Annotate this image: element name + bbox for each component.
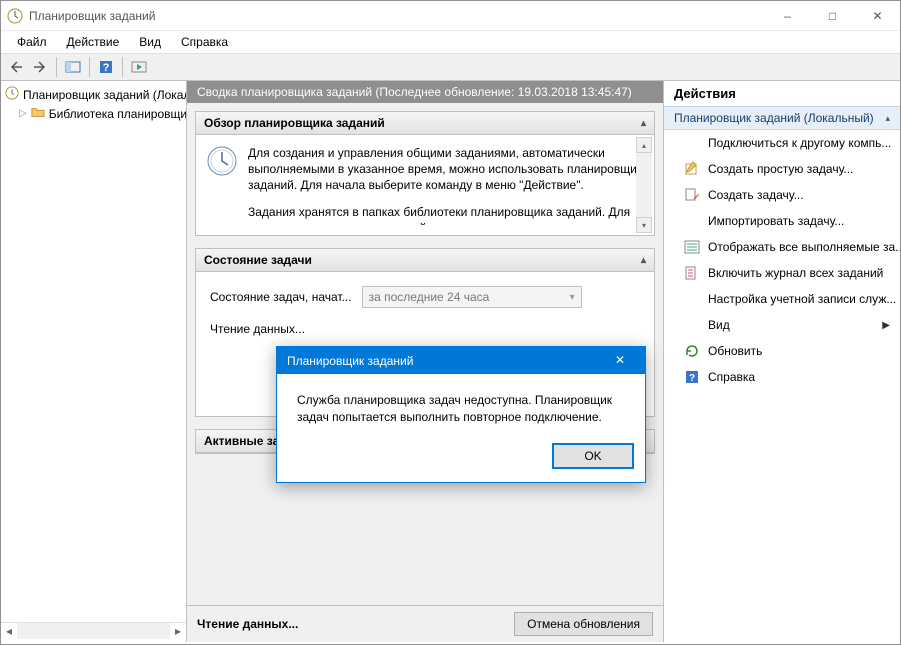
svg-text:?: ? — [689, 373, 695, 384]
overview-header[interactable]: Обзор планировщика заданий ▴ — [196, 112, 654, 135]
overview-section: Обзор планировщика заданий ▴ Для создани… — [195, 111, 655, 236]
footer-reading: Чтение данных... — [197, 617, 298, 631]
collapse-icon[interactable]: ▴ — [885, 113, 890, 124]
folder-icon — [31, 105, 45, 122]
state-title: Состояние задачи — [204, 253, 312, 267]
menu-action[interactable]: Действие — [59, 33, 128, 51]
menubar: Файл Действие Вид Справка — [1, 31, 900, 53]
tree-library[interactable]: ▷ Библиотека планировщика заданий — [1, 104, 186, 123]
state-period-combo[interactable]: за последние 24 часа ▾ — [362, 286, 582, 308]
scroll-right-icon[interactable]: ▸ — [170, 623, 186, 639]
chevron-down-icon: ▾ — [570, 292, 575, 303]
tree-hscroll[interactable]: ◂ ▸ — [1, 622, 186, 638]
maximize-button[interactable]: □ — [810, 1, 855, 30]
log-icon — [684, 265, 700, 281]
toolbar: ? — [1, 53, 900, 81]
toolbar-separator — [56, 57, 57, 77]
help-icon: ? — [684, 369, 700, 385]
actions-group-header[interactable]: Планировщик заданий (Локальный) ▴ — [664, 106, 900, 130]
reading-label: Чтение данных... — [210, 322, 305, 336]
tree-root[interactable]: Планировщик заданий (Локальный) — [1, 85, 186, 104]
tree-root-label: Планировщик заданий (Локальный) — [23, 88, 186, 102]
blank-icon — [684, 213, 700, 229]
dialog-titlebar[interactable]: Планировщик заданий ✕ — [277, 347, 645, 374]
overview-title: Обзор планировщика заданий — [204, 116, 385, 130]
app-icon — [7, 8, 23, 24]
action-refresh[interactable]: Обновить — [664, 338, 900, 364]
actions-group-label: Планировщик заданий (Локальный) — [674, 111, 874, 125]
collapse-icon[interactable]: ▴ — [641, 255, 646, 266]
state-header[interactable]: Состояние задачи ▴ — [196, 249, 654, 272]
dialog-title: Планировщик заданий — [287, 354, 413, 368]
new-task-icon — [684, 187, 700, 203]
wizard-icon — [684, 161, 700, 177]
overview-text-2: Задания хранятся в папках библиотеки пла… — [248, 204, 644, 225]
tree-library-label: Библиотека планировщика заданий — [49, 107, 186, 121]
blank-icon — [684, 135, 700, 151]
svg-text:?: ? — [103, 62, 110, 74]
scroll-down-icon[interactable]: ▾ — [636, 217, 652, 233]
expand-icon[interactable]: ▷ — [19, 108, 27, 119]
window-title: Планировщик заданий — [29, 9, 765, 23]
refresh-icon — [684, 343, 700, 359]
action-import[interactable]: Импортировать задачу... — [664, 208, 900, 234]
scroll-track[interactable] — [17, 623, 170, 639]
action-show-running[interactable]: Отображать все выполняемые за... — [664, 234, 900, 260]
state-label: Состояние задач, начат... — [210, 290, 352, 304]
dialog-close-button[interactable]: ✕ — [605, 353, 635, 368]
dialog-ok-button[interactable]: OK — [553, 444, 633, 468]
error-dialog: Планировщик заданий ✕ Служба планировщик… — [276, 346, 646, 483]
submenu-arrow-icon: ▶ — [882, 320, 890, 331]
blank-icon — [684, 291, 700, 307]
clock-icon — [206, 145, 238, 177]
action-account-config[interactable]: Настройка учетной записи служ... — [664, 286, 900, 312]
center-footer: Чтение данных... Отмена обновления — [187, 605, 663, 642]
overview-text-1: Для создания и управления общими задания… — [248, 145, 644, 194]
cancel-refresh-button[interactable]: Отмена обновления — [514, 612, 653, 636]
dialog-message: Служба планировщика задач недоступна. Пл… — [277, 374, 645, 436]
summary-header: Сводка планировщика заданий (Последнее о… — [187, 81, 663, 103]
scroll-up-icon[interactable]: ▴ — [636, 137, 652, 153]
menu-help[interactable]: Справка — [173, 33, 236, 51]
action-enable-log[interactable]: Включить журнал всех заданий — [664, 260, 900, 286]
forward-button[interactable] — [29, 56, 51, 78]
tree-pane: Планировщик заданий (Локальный) ▷ Библио… — [1, 81, 187, 642]
collapse-icon[interactable]: ▴ — [641, 118, 646, 129]
overview-vscroll[interactable]: ▴ ▾ — [636, 137, 652, 233]
combo-value: за последние 24 часа — [369, 290, 490, 304]
menu-view[interactable]: Вид — [131, 33, 169, 51]
scroll-left-icon[interactable]: ◂ — [1, 623, 17, 639]
back-button[interactable] — [5, 56, 27, 78]
action-create-task[interactable]: Создать задачу... — [664, 182, 900, 208]
action-view[interactable]: Вид ▶ — [664, 312, 900, 338]
toolbar-separator — [89, 57, 90, 77]
blank-icon — [684, 317, 700, 333]
clock-icon — [5, 86, 19, 103]
action-help[interactable]: ? Справка — [664, 364, 900, 390]
minimize-button[interactable]: – — [765, 1, 810, 30]
panes-button[interactable] — [62, 56, 84, 78]
action-create-basic[interactable]: Создать простую задачу... — [664, 156, 900, 182]
titlebar: Планировщик заданий – □ ✕ — [1, 1, 900, 31]
help-button[interactable]: ? — [95, 56, 117, 78]
menu-file[interactable]: Файл — [9, 33, 55, 51]
actions-pane: Действия Планировщик заданий (Локальный)… — [664, 81, 900, 642]
close-button[interactable]: ✕ — [855, 1, 900, 30]
action-connect[interactable]: Подключиться к другому компь... — [664, 130, 900, 156]
toolbar-separator — [122, 57, 123, 77]
list-icon — [684, 239, 700, 255]
actions-title: Действия — [664, 81, 900, 106]
run-button[interactable] — [128, 56, 150, 78]
